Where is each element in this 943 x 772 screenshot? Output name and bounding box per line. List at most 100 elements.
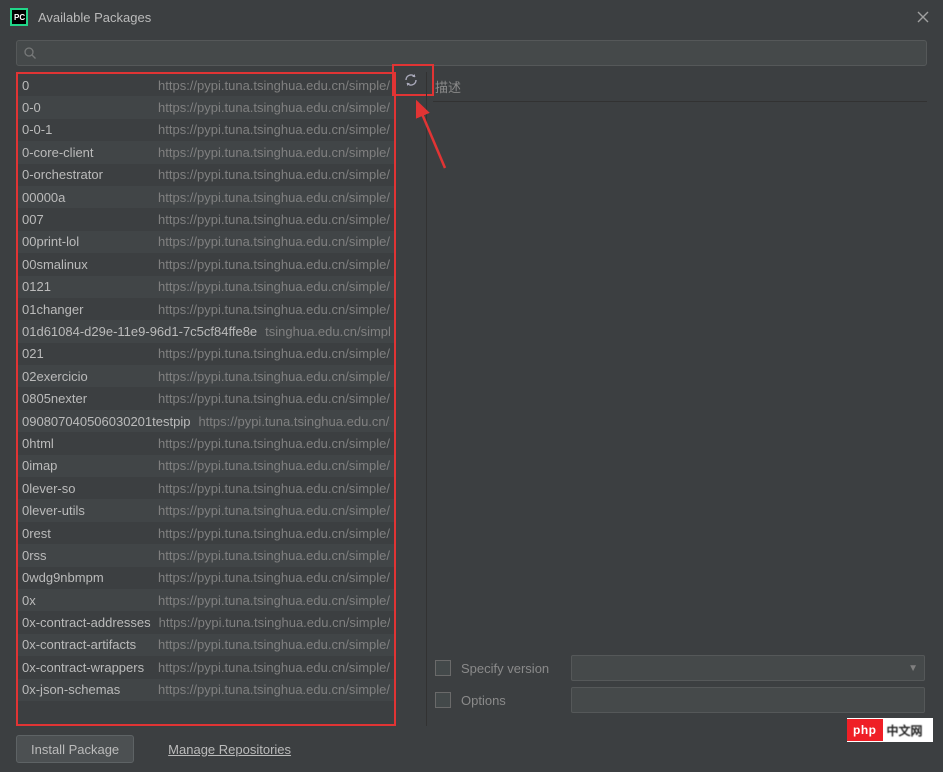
detail-header: 描述 — [433, 72, 927, 102]
package-source: https://pypi.tuna.tsinghua.edu.cn/simple… — [150, 637, 390, 652]
package-source: https://pypi.tuna.tsinghua.edu.cn/simple… — [150, 593, 390, 608]
specify-version-label: Specify version — [461, 661, 561, 676]
package-row[interactable]: 01d61084-d29e-11e9-96d1-7c5cf84ffe8etsin… — [18, 320, 394, 342]
package-source: https://pypi.tuna.tsinghua.edu.cn/simple… — [150, 548, 390, 563]
package-source: https://pypi.tuna.tsinghua.edu.cn/simple… — [150, 660, 390, 675]
package-row[interactable]: 0imap https://pypi.tuna.tsinghua.edu.cn/s… — [18, 455, 394, 477]
package-name: 00smalinux — [22, 257, 88, 272]
chevron-down-icon: ▼ — [908, 663, 918, 674]
package-list[interactable]: 0 https://pypi.tuna.tsinghua.edu.cn/simpl… — [18, 74, 394, 724]
package-source: https://pypi.tuna.tsinghua.edu.cn/simple… — [150, 526, 390, 541]
dialog-footer: Install Package Manage Repositories — [0, 726, 943, 772]
package-name: 0lever-utils — [22, 503, 85, 518]
svg-text:PC: PC — [14, 13, 25, 22]
package-row[interactable]: 01changer https://pypi.tuna.tsinghua.edu.… — [18, 298, 394, 320]
package-source: https://pypi.tuna.tsinghua.edu.cn/simple… — [190, 414, 390, 429]
package-row[interactable]: 02exerciciohttps://pypi.tuna.tsinghua.ed… — [18, 365, 394, 387]
package-source: https://pypi.tuna.tsinghua.edu.cn/simple… — [151, 615, 390, 630]
package-row[interactable]: 007https://pypi.tuna.tsinghua.edu.cn/sim… — [18, 208, 394, 230]
package-name: 01changer — [22, 302, 83, 317]
specify-version-select[interactable]: ▼ — [571, 655, 925, 681]
package-name: 0121 — [22, 279, 51, 294]
package-source: https://pypi.tuna.tsinghua.edu.cn/simple… — [150, 458, 390, 473]
package-source: https://pypi.tuna.tsinghua.edu.cn/simple… — [150, 190, 390, 205]
package-name: 01d61084-d29e-11e9-96d1-7c5cf84ffe8e — [22, 324, 257, 339]
package-row[interactable]: 021 https://pypi.tuna.tsinghua.edu.cn/sim… — [18, 343, 394, 365]
package-row[interactable]: 00000a https://pypi.tuna.tsinghua.edu.cn/… — [18, 186, 394, 208]
package-source: https://pypi.tuna.tsinghua.edu.cn/simple… — [150, 503, 390, 518]
package-source: https://pypi.tuna.tsinghua.edu.cn/simple… — [150, 167, 390, 182]
package-name: 007 — [22, 212, 44, 227]
close-button[interactable] — [913, 7, 933, 27]
package-name: 0x — [22, 593, 36, 608]
package-row[interactable]: 0805nexterhttps://pypi.tuna.tsinghua.edu… — [18, 387, 394, 409]
specify-version-checkbox[interactable] — [435, 660, 451, 676]
package-name: 0x-contract-wrappers — [22, 660, 144, 675]
package-row[interactable]: 0-0 https://pypi.tuna.tsinghua.edu.cn/sim… — [18, 96, 394, 118]
package-row[interactable]: 0rest https://pypi.tuna.tsinghua.edu.cn/s… — [18, 522, 394, 544]
refresh-column — [396, 72, 426, 726]
package-row[interactable]: 0rss https://pypi.tuna.tsinghua.edu.cn/si… — [18, 544, 394, 566]
package-row[interactable]: 0x-json-schemas https://pypi.tuna.tsinghu… — [18, 679, 394, 701]
package-row[interactable]: 00smalinux https://pypi.tuna.tsinghua.edu… — [18, 253, 394, 275]
package-name: 0-0-1 — [22, 122, 52, 137]
watermark-left: php — [847, 719, 883, 741]
package-row[interactable]: 0lever-utils https://pypi.tuna.tsinghua.e… — [18, 499, 394, 521]
package-name: 0rest — [22, 526, 51, 541]
package-source: https://pypi.tuna.tsinghua.edu.cn/simple… — [150, 682, 390, 697]
package-row[interactable]: 090807040506030201testpiphttps://pypi.tu… — [18, 410, 394, 432]
search-container — [0, 34, 943, 72]
options-checkbox[interactable] — [435, 692, 451, 708]
package-row[interactable]: 0https://pypi.tuna.tsinghua.edu.cn/simpl… — [18, 74, 394, 96]
package-row[interactable]: 0htmlhttps://pypi.tuna.tsinghua.edu.cn/s… — [18, 432, 394, 454]
search-input-wrap[interactable] — [16, 40, 927, 66]
package-row[interactable]: 0x-contract-wrappers https://pypi.tuna.ts… — [18, 656, 394, 678]
package-name: 0rss — [22, 548, 47, 563]
package-source: tsinghua.edu.cn/simple/ — [257, 324, 390, 339]
package-detail-column: 描述 Specify version ▼ Options — [426, 72, 927, 726]
detail-footer: Specify version ▼ Options — [433, 646, 927, 726]
package-row[interactable]: 0-orchestratorhttps://pypi.tuna.tsinghua… — [18, 164, 394, 186]
package-name: 0-0 — [22, 100, 41, 115]
package-row[interactable]: 0x https://pypi.tuna.tsinghua.edu.cn/simp… — [18, 589, 394, 611]
package-source: https://pypi.tuna.tsinghua.edu.cn/simple… — [150, 391, 390, 406]
package-name: 00000a — [22, 190, 65, 205]
watermark: php 中文网 — [847, 718, 933, 742]
package-source: https://pypi.tuna.tsinghua.edu.cn/simple… — [150, 100, 390, 115]
description-label: 描述 — [435, 77, 461, 96]
package-source: https://pypi.tuna.tsinghua.edu.cn/simple… — [150, 122, 390, 137]
package-name: 021 — [22, 346, 44, 361]
package-name: 090807040506030201testpip — [22, 414, 190, 429]
pycharm-icon: PC — [10, 8, 28, 26]
package-name: 0-core-client — [22, 145, 94, 160]
package-row[interactable]: 0x-contract-artifacts https://pypi.tuna.t… — [18, 634, 394, 656]
package-row[interactable]: 00print-lolhttps://pypi.tuna.tsinghua.ed… — [18, 231, 394, 253]
watermark-right: 中文网 — [883, 722, 923, 739]
search-icon — [23, 46, 37, 60]
package-row[interactable]: 0wdg9nbmpmhttps://pypi.tuna.tsinghua.edu… — [18, 567, 394, 589]
package-source: https://pypi.tuna.tsinghua.edu.cn/simple… — [150, 234, 390, 249]
package-source: https://pypi.tuna.tsinghua.edu.cn/simple… — [150, 481, 390, 496]
package-row[interactable]: 0121https://pypi.tuna.tsinghua.edu.cn/si… — [18, 276, 394, 298]
package-row[interactable]: 0-0-1 https://pypi.tuna.tsinghua.edu.cn/s… — [18, 119, 394, 141]
package-name: 0imap — [22, 458, 57, 473]
package-name: 0x-contract-artifacts — [22, 637, 136, 652]
package-source: https://pypi.tuna.tsinghua.edu.cn/simple… — [150, 145, 390, 160]
package-source: https://pypi.tuna.tsinghua.edu.cn/simple… — [150, 570, 390, 585]
options-row: Options — [435, 684, 925, 716]
options-input[interactable] — [571, 687, 925, 713]
package-row[interactable]: 0-core-client https://pypi.tuna.tsinghua.… — [18, 141, 394, 163]
install-package-button[interactable]: Install Package — [16, 735, 134, 763]
package-source: https://pypi.tuna.tsinghua.edu.cn/simple… — [150, 369, 390, 384]
package-name: 0x-json-schemas — [22, 682, 120, 697]
package-name: 0 — [22, 78, 29, 93]
detail-body — [433, 102, 927, 646]
search-input[interactable] — [41, 46, 920, 61]
window-title: Available Packages — [38, 10, 913, 25]
package-source: https://pypi.tuna.tsinghua.edu.cn/simple… — [150, 302, 390, 317]
package-row[interactable]: 0x-contract-addresseshttps://pypi.tuna.t… — [18, 611, 394, 633]
package-source: https://pypi.tuna.tsinghua.edu.cn/simple… — [150, 346, 390, 361]
package-source: https://pypi.tuna.tsinghua.edu.cn/simple… — [150, 257, 390, 272]
package-row[interactable]: 0lever-sohttps://pypi.tuna.tsinghua.edu.… — [18, 477, 394, 499]
manage-repositories-button[interactable]: Manage Repositories — [154, 735, 305, 763]
